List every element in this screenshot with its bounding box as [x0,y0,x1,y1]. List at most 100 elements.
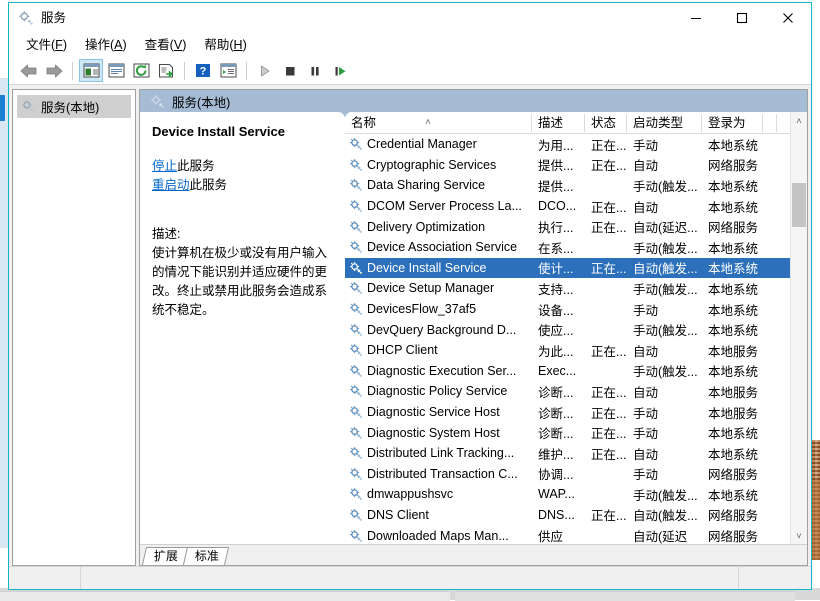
cell-service-name: Diagnostic System Host [345,426,532,440]
menu-file-pre: 文件( [26,38,55,52]
tree-node-services-local[interactable]: 服务(本地) [17,95,131,118]
forward-button[interactable] [42,59,66,82]
services-list: 名称 ˄ 描述 状态 启动类型 登录为 Credential Manager为用… [345,112,807,544]
back-button[interactable] [17,59,41,82]
cell-description: Exec... [532,364,585,378]
service-name-text: Distributed Transaction C... [367,467,518,481]
service-name-text: DHCP Client [367,343,438,357]
table-row[interactable]: Diagnostic System Host诊断...正在...手动本地系统 [345,422,791,443]
table-row[interactable]: Diagnostic Execution Ser...Exec...手动(触发.… [345,361,791,382]
table-row[interactable]: Device Association Service在系...手动(触发...本… [345,237,791,258]
refresh-button[interactable] [129,59,153,82]
cell-startup-type: 手动 [627,464,702,483]
menu-item-view[interactable]: 查看(V) [136,34,196,56]
maximize-button[interactable] [719,3,765,33]
table-row[interactable]: DNS ClientDNS...正在...自动(触发...网络服务 [345,505,791,526]
menu-item-help[interactable]: 帮助(H) [195,34,255,56]
table-row[interactable]: Distributed Transaction C...协调...手动网络服务 [345,464,791,485]
cell-logon-as: 本地系统 [702,320,763,339]
table-row[interactable]: DHCP Client为此...正在...自动本地服务 [345,340,791,361]
menu-view-pre: 查看( [145,38,174,52]
service-name-text: Delivery Optimization [367,220,485,234]
cell-service-name: Device Install Service [345,261,532,275]
table-row[interactable]: Device Setup Manager支持...手动(触发...本地系统 [345,278,791,299]
cell-logon-as: 本地系统 [702,279,763,298]
table-row[interactable]: DevicesFlow_37af5设备...手动本地系统 [345,299,791,320]
cell-logon-as: 本地系统 [702,258,763,277]
list-vertical-scrollbar[interactable]: ˄ ˅ [790,112,807,544]
cell-service-name: Credential Manager [345,137,532,151]
cell-status: 正在... [585,217,627,236]
column-header-description[interactable]: 描述 [532,114,585,132]
bg-left-accent [0,95,5,121]
service-name-text: dmwappushsvc [367,487,453,501]
table-row[interactable]: DevQuery Background D...使应...手动(触发...本地系… [345,319,791,340]
cell-description: 维护... [532,444,585,463]
cell-status: 正在... [585,135,627,154]
cell-logon-as: 本地系统 [702,444,763,463]
service-details-panel: Device Install Service 停止此服务 重启动此服务 描述: … [140,112,345,544]
menu-item-file[interactable]: 文件(F) [17,34,76,56]
table-row[interactable]: Credential Manager为用...正在...手动本地系统 [345,134,791,155]
cell-startup-type: 自动 [627,341,702,360]
service-name-text: Diagnostic System Host [367,426,500,440]
table-row[interactable]: Diagnostic Service Host诊断...正在...手动本地服务 [345,402,791,423]
cell-description: 诊断... [532,403,585,422]
column-header-status[interactable]: 状态 [585,114,627,132]
table-row[interactable]: Device Install Service使计...正在...自动(触发...… [345,258,791,279]
menu-file-post: ) [63,38,67,52]
title-bar[interactable]: 服务 [9,3,811,33]
tab-standard[interactable]: 标准 [183,547,229,565]
show-hide-tree-button[interactable] [79,59,103,82]
scroll-up-button[interactable]: ˄ [791,112,807,129]
stop-service-button[interactable] [278,59,302,82]
properties-button[interactable] [104,59,128,82]
table-row[interactable]: Data Sharing Service提供...手动(触发...本地系统 [345,175,791,196]
table-row[interactable]: Downloaded Maps Man...供应自动(延迟网络服务 [345,525,791,544]
table-row[interactable]: Diagnostic Policy Service诊断...正在...自动本地服… [345,381,791,402]
tab-extended[interactable]: 扩展 [142,547,188,565]
menu-action-post: ) [123,38,127,52]
column-header-logon-as[interactable]: 登录为 [702,114,763,132]
scrollbar-thumb[interactable] [792,183,806,227]
cell-description: 诊断... [532,382,585,401]
scroll-down-button[interactable]: ˅ [791,527,807,544]
cell-status: 正在... [585,197,627,216]
restart-service-link[interactable]: 重启动 [152,178,190,192]
close-button[interactable] [765,3,811,33]
restart-service-button[interactable] [328,59,352,82]
service-name-text: Device Association Service [367,240,517,254]
pause-service-button[interactable] [303,59,327,82]
table-row[interactable]: Distributed Link Tracking...维护...正在...自动… [345,443,791,464]
export-list-button[interactable] [154,59,178,82]
cell-startup-type: 自动(延迟 [627,526,702,544]
table-row[interactable]: DCOM Server Process La...DCO...正在...自动本地… [345,196,791,217]
start-service-button[interactable] [253,59,277,82]
service-name-text: Downloaded Maps Man... [367,529,509,543]
status-bar [9,566,811,589]
close-icon [782,12,794,24]
show-action-pane-button[interactable] [216,59,240,82]
table-row[interactable]: Cryptographic Services提供...正在...自动网络服务 [345,155,791,176]
cell-service-name: Data Sharing Service [345,178,532,192]
window-body: 服务(本地) 服务(本地) [9,85,811,566]
stop-service-link[interactable]: 停止 [152,159,177,173]
help-button[interactable]: ? [191,59,215,82]
cell-logon-as: 本地服务 [702,403,763,422]
scrollbar-track[interactable] [791,129,807,527]
column-header-name[interactable]: 名称 ˄ [345,114,532,132]
menu-item-action[interactable]: 操作(A) [76,34,136,56]
column-header-name-label: 名称 [351,116,376,130]
cell-service-name: Diagnostic Service Host [345,405,532,419]
pause-icon [308,64,322,78]
cell-service-name: Downloaded Maps Man... [345,529,532,543]
cell-startup-type: 自动 [627,444,702,463]
column-header-startup-type[interactable]: 启动类型 [627,114,702,132]
table-row[interactable]: dmwappushsvcWAP...手动(触发...本地系统 [345,484,791,505]
cell-service-name: Diagnostic Execution Ser... [345,364,532,378]
menu-view-post: ) [182,38,186,52]
minimize-button[interactable] [673,3,719,33]
cell-logon-as: 本地系统 [702,176,763,195]
service-name-text: DevQuery Background D... [367,323,516,337]
table-row[interactable]: Delivery Optimization执行...正在...自动(延迟...网… [345,216,791,237]
